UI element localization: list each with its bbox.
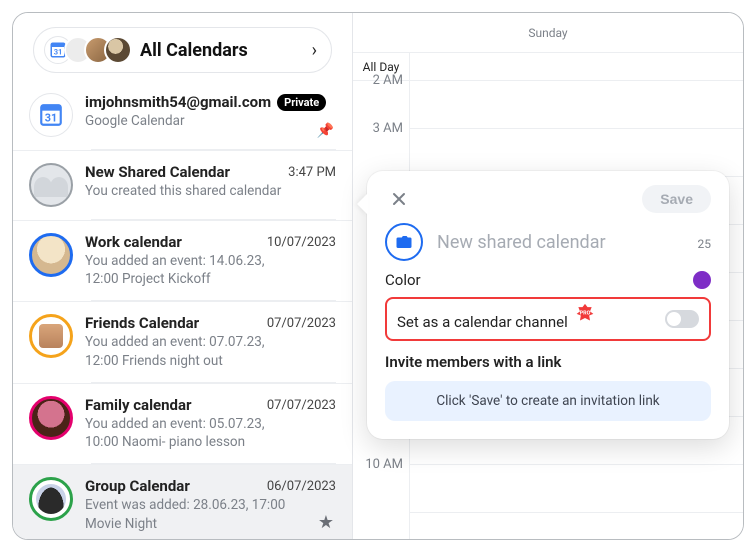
calendar-title: Family calendar — [85, 396, 192, 414]
calendar-row-friends[interactable]: Friends Calendar You added an event: 07.… — [13, 301, 352, 381]
channel-label: Set as a calendar channel — [397, 313, 568, 331]
calendar-subtitle: Google Calendar — [85, 112, 336, 130]
google-calendar-icon: 31 — [29, 93, 73, 137]
calendar-title: Work calendar — [85, 233, 182, 251]
calendar-title: New Shared Calendar — [85, 163, 230, 181]
pin-icon[interactable]: 📌 — [317, 123, 334, 139]
color-swatch[interactable] — [693, 271, 711, 289]
calendar-row-family[interactable]: Family calendar You added an event: 05.0… — [13, 383, 352, 463]
channel-toggle[interactable] — [665, 310, 699, 328]
calendar-name-input[interactable]: New shared calendar 25 — [437, 232, 711, 253]
calendar-list: 31 imjohnsmith54@gmail.com Private Googl… — [13, 81, 352, 540]
set-as-channel-row: Set as a calendar channel PRO — [385, 297, 711, 341]
invite-members-label: Invite members with a link — [385, 353, 711, 371]
camera-icon — [395, 233, 413, 251]
svg-text:31: 31 — [45, 112, 57, 125]
all-calendars-selector[interactable]: 31 All Calendars › — [33, 27, 332, 73]
close-button[interactable] — [385, 185, 413, 213]
calendar-row-work[interactable]: Work calendar You added an event: 14.06.… — [13, 220, 352, 300]
save-button[interactable]: Save — [642, 185, 711, 213]
char-count: 25 — [698, 237, 712, 251]
calendar-avatar — [29, 314, 73, 358]
calendar-subtitle: You created this shared calendar — [85, 182, 336, 200]
calendar-photo-button[interactable] — [385, 223, 423, 261]
calendar-avatar — [29, 477, 73, 521]
all-calendars-title: All Calendars — [140, 40, 248, 61]
calendar-row-gmail[interactable]: 31 imjohnsmith54@gmail.com Private Googl… — [13, 81, 352, 149]
calendar-row-new-shared[interactable]: New Shared Calendar You created this sha… — [13, 150, 352, 219]
svg-text:31: 31 — [54, 48, 63, 57]
calendar-title: Group Calendar — [85, 477, 190, 495]
calendar-subtitle: You added an event: 14.06.23, 12:00 Proj… — [85, 252, 336, 288]
calendar-title: Friends Calendar — [85, 314, 199, 332]
calendar-subtitle: You added an event: 05.07.23, 10:00 Naom… — [85, 415, 336, 451]
calendar-title: imjohnsmith54@gmail.com — [85, 93, 271, 111]
calendar-avatar — [29, 233, 73, 277]
day-header: Sunday — [353, 13, 743, 53]
all-day-cell[interactable] — [409, 53, 743, 81]
invite-hint: Click 'Save' to create an invitation lin… — [385, 381, 711, 421]
user-avatar-icon — [104, 36, 132, 64]
private-badge: Private — [277, 94, 326, 111]
calendar-timestamp: 10/07/2023 — [267, 235, 336, 250]
shared-calendar-icon — [29, 163, 73, 207]
calendar-timestamp: 07/07/2023 — [267, 316, 336, 331]
calendar-timestamp: 07/07/2023 — [267, 398, 336, 413]
calendar-list-sidebar: 31 All Calendars › 31 imjo — [13, 13, 353, 539]
calendar-avatar-stack: 31 — [44, 36, 132, 64]
pro-badge-icon: PRO — [575, 303, 595, 323]
close-icon — [391, 191, 407, 207]
calendar-name-placeholder: New shared calendar — [437, 232, 606, 253]
star-icon[interactable]: ★ — [318, 512, 334, 533]
calendar-timestamp: 3:47 PM — [288, 165, 336, 180]
svg-text:PRO: PRO — [580, 311, 591, 317]
new-shared-calendar-popup: Save New shared calendar 25 Color Set as… — [367, 171, 729, 439]
color-label: Color — [385, 271, 421, 289]
day-weekday: Sunday — [353, 26, 743, 40]
calendar-subtitle: You added an event: 07.07.23, 12:00 Frie… — [85, 333, 336, 369]
calendar-avatar — [29, 396, 73, 440]
hour-label: 2 AM — [353, 73, 409, 121]
calendar-subtitle: Event was added: 28.06.23, 17:00 Movie N… — [85, 496, 336, 532]
hour-label: 10 AM — [353, 457, 409, 505]
chevron-right-icon: › — [312, 40, 317, 61]
color-picker-row[interactable]: Color — [385, 271, 711, 289]
hour-label: 3 AM — [353, 121, 409, 169]
calendar-row-group[interactable]: Group Calendar Event was added: 28.06.23… — [13, 464, 352, 540]
calendar-timestamp: 06/07/2023 — [267, 479, 336, 494]
